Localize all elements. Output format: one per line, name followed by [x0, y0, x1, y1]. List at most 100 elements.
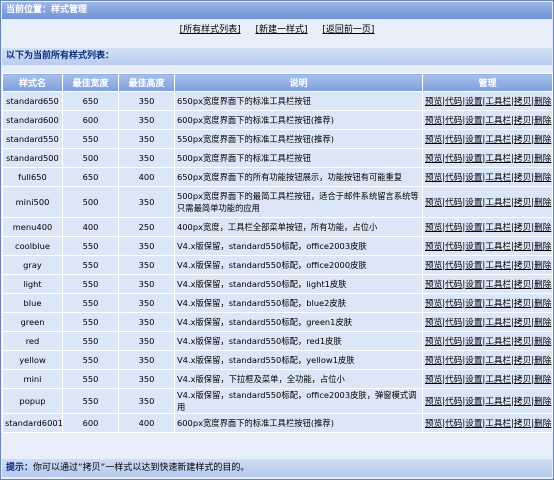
code-link[interactable]: 代码: [445, 419, 462, 429]
code-link[interactable]: 代码: [445, 261, 462, 271]
preview-link[interactable]: 预览: [425, 97, 442, 107]
toolbar-link[interactable]: 工具栏: [485, 397, 511, 407]
delete-link[interactable]: 删除: [534, 154, 551, 164]
code-link[interactable]: 代码: [445, 280, 462, 290]
copy-link[interactable]: 拷贝: [514, 356, 531, 366]
settings-link[interactable]: 设置: [465, 375, 482, 385]
code-link[interactable]: 代码: [445, 337, 462, 347]
delete-link[interactable]: 删除: [534, 173, 551, 183]
settings-link[interactable]: 设置: [465, 337, 482, 347]
copy-link[interactable]: 拷贝: [514, 318, 531, 328]
preview-link[interactable]: 预览: [425, 397, 442, 407]
preview-link[interactable]: 预览: [425, 318, 442, 328]
preview-link[interactable]: 预览: [425, 198, 442, 208]
settings-link[interactable]: 设置: [465, 299, 482, 309]
settings-link[interactable]: 设置: [465, 154, 482, 164]
code-link[interactable]: 代码: [445, 375, 462, 385]
preview-link[interactable]: 预览: [425, 173, 442, 183]
toolbar-link[interactable]: 工具栏: [485, 299, 511, 309]
preview-link[interactable]: 预览: [425, 223, 442, 233]
copy-link[interactable]: 拷贝: [514, 116, 531, 126]
delete-link[interactable]: 删除: [534, 318, 551, 328]
settings-link[interactable]: 设置: [465, 356, 482, 366]
copy-link[interactable]: 拷贝: [514, 97, 531, 107]
code-link[interactable]: 代码: [445, 154, 462, 164]
delete-link[interactable]: 删除: [534, 397, 551, 407]
toolbar-link[interactable]: 工具栏: [485, 97, 511, 107]
settings-link[interactable]: 设置: [465, 116, 482, 126]
toolbar-link[interactable]: 工具栏: [485, 419, 511, 429]
preview-link[interactable]: 预览: [425, 261, 442, 271]
preview-link[interactable]: 预览: [425, 299, 442, 309]
copy-link[interactable]: 拷贝: [514, 280, 531, 290]
delete-link[interactable]: 删除: [534, 97, 551, 107]
code-link[interactable]: 代码: [445, 223, 462, 233]
copy-link[interactable]: 拷贝: [514, 419, 531, 429]
copy-link[interactable]: 拷贝: [514, 135, 531, 145]
copy-link[interactable]: 拷贝: [514, 397, 531, 407]
preview-link[interactable]: 预览: [425, 375, 442, 385]
toolbar-link[interactable]: 工具栏: [485, 223, 511, 233]
settings-link[interactable]: 设置: [465, 223, 482, 233]
delete-link[interactable]: 删除: [534, 135, 551, 145]
delete-link[interactable]: 删除: [534, 299, 551, 309]
new-style-link[interactable]: [新建一样式]: [255, 25, 307, 35]
settings-link[interactable]: 设置: [465, 419, 482, 429]
copy-link[interactable]: 拷贝: [514, 337, 531, 347]
delete-link[interactable]: 删除: [534, 261, 551, 271]
code-link[interactable]: 代码: [445, 397, 462, 407]
copy-link[interactable]: 拷贝: [514, 173, 531, 183]
code-link[interactable]: 代码: [445, 198, 462, 208]
code-link[interactable]: 代码: [445, 356, 462, 366]
code-link[interactable]: 代码: [445, 97, 462, 107]
copy-link[interactable]: 拷贝: [514, 198, 531, 208]
toolbar-link[interactable]: 工具栏: [485, 356, 511, 366]
settings-link[interactable]: 设置: [465, 97, 482, 107]
code-link[interactable]: 代码: [445, 173, 462, 183]
preview-link[interactable]: 预览: [425, 337, 442, 347]
delete-link[interactable]: 删除: [534, 223, 551, 233]
toolbar-link[interactable]: 工具栏: [485, 318, 511, 328]
settings-link[interactable]: 设置: [465, 280, 482, 290]
copy-link[interactable]: 拷贝: [514, 299, 531, 309]
toolbar-link[interactable]: 工具栏: [485, 261, 511, 271]
preview-link[interactable]: 预览: [425, 419, 442, 429]
code-link[interactable]: 代码: [445, 299, 462, 309]
back-link[interactable]: [返回前一页]: [322, 25, 374, 35]
toolbar-link[interactable]: 工具栏: [485, 135, 511, 145]
preview-link[interactable]: 预览: [425, 280, 442, 290]
toolbar-link[interactable]: 工具栏: [485, 116, 511, 126]
delete-link[interactable]: 删除: [534, 375, 551, 385]
settings-link[interactable]: 设置: [465, 397, 482, 407]
code-link[interactable]: 代码: [445, 116, 462, 126]
delete-link[interactable]: 删除: [534, 280, 551, 290]
settings-link[interactable]: 设置: [465, 198, 482, 208]
delete-link[interactable]: 删除: [534, 337, 551, 347]
preview-link[interactable]: 预览: [425, 242, 442, 252]
code-link[interactable]: 代码: [445, 318, 462, 328]
delete-link[interactable]: 删除: [534, 419, 551, 429]
code-link[interactable]: 代码: [445, 135, 462, 145]
copy-link[interactable]: 拷贝: [514, 242, 531, 252]
toolbar-link[interactable]: 工具栏: [485, 375, 511, 385]
copy-link[interactable]: 拷贝: [514, 375, 531, 385]
delete-link[interactable]: 删除: [534, 116, 551, 126]
toolbar-link[interactable]: 工具栏: [485, 154, 511, 164]
delete-link[interactable]: 删除: [534, 242, 551, 252]
preview-link[interactable]: 预览: [425, 356, 442, 366]
preview-link[interactable]: 预览: [425, 135, 442, 145]
settings-link[interactable]: 设置: [465, 135, 482, 145]
toolbar-link[interactable]: 工具栏: [485, 173, 511, 183]
all-styles-link[interactable]: [所有样式列表]: [180, 25, 241, 35]
copy-link[interactable]: 拷贝: [514, 261, 531, 271]
toolbar-link[interactable]: 工具栏: [485, 242, 511, 252]
settings-link[interactable]: 设置: [465, 318, 482, 328]
code-link[interactable]: 代码: [445, 242, 462, 252]
preview-link[interactable]: 预览: [425, 154, 442, 164]
copy-link[interactable]: 拷贝: [514, 223, 531, 233]
delete-link[interactable]: 删除: [534, 356, 551, 366]
settings-link[interactable]: 设置: [465, 173, 482, 183]
preview-link[interactable]: 预览: [425, 116, 442, 126]
toolbar-link[interactable]: 工具栏: [485, 337, 511, 347]
settings-link[interactable]: 设置: [465, 261, 482, 271]
